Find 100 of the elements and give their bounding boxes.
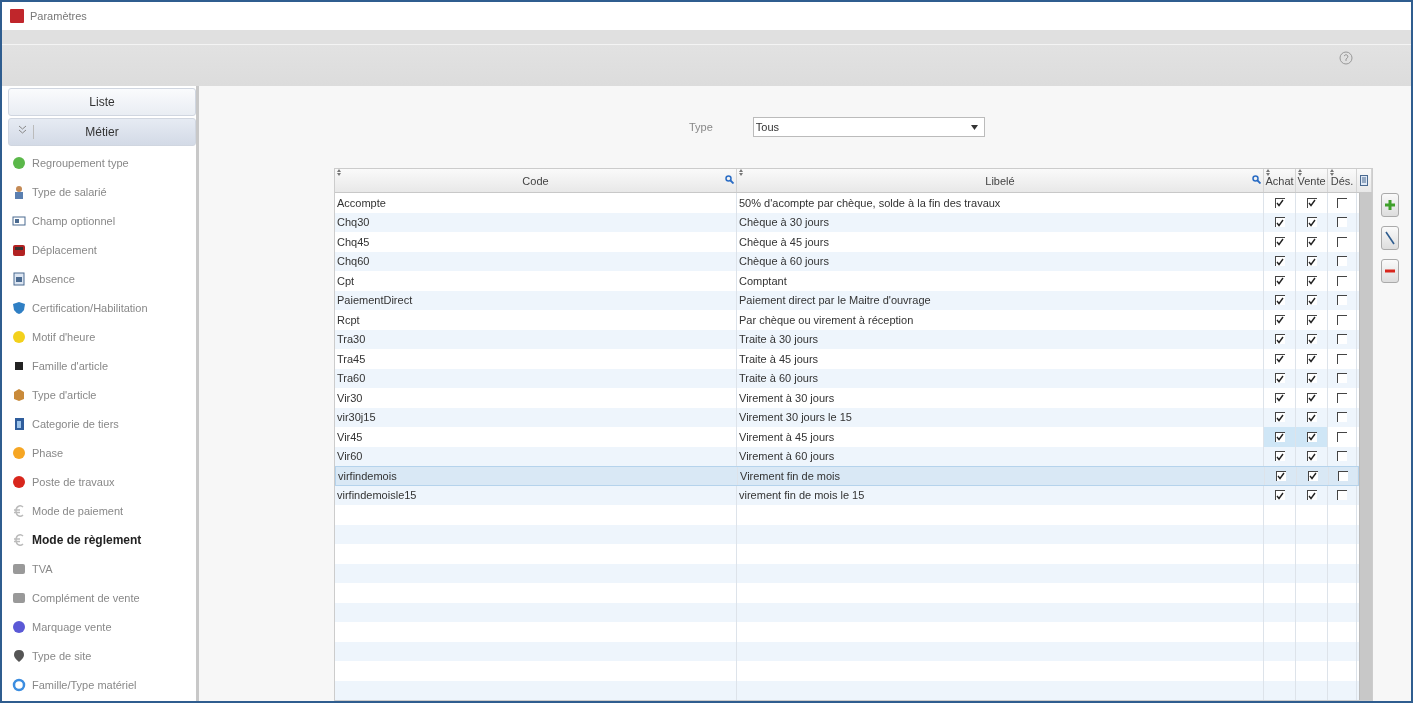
- type-dropdown[interactable]: Tous: [752, 117, 985, 137]
- checkbox[interactable]: [1274, 392, 1285, 403]
- checkbox[interactable]: [1274, 490, 1285, 501]
- checkbox[interactable]: [1306, 412, 1317, 423]
- checkbox[interactable]: [1306, 295, 1317, 306]
- checkbox[interactable]: [1306, 197, 1317, 208]
- checkbox[interactable]: [1306, 451, 1317, 462]
- column-header[interactable]: Code: [335, 169, 737, 192]
- search-icon[interactable]: [1252, 175, 1261, 184]
- sidebar-item[interactable]: Champ optionnel: [8, 206, 196, 235]
- checkbox[interactable]: [1306, 490, 1317, 501]
- checkbox[interactable]: [1274, 373, 1285, 384]
- sidebar-item[interactable]: Phase: [8, 438, 196, 467]
- checkbox[interactable]: [1337, 256, 1347, 267]
- checkbox[interactable]: [1274, 412, 1285, 423]
- checkbox[interactable]: [1306, 217, 1317, 228]
- sidebar-item[interactable]: Complément de vente: [8, 583, 196, 612]
- person-icon: [12, 184, 26, 199]
- sort-icon[interactable]: [1298, 169, 1302, 177]
- sort-icon[interactable]: [1330, 169, 1334, 177]
- sidebar-item[interactable]: Famille d'article: [8, 351, 196, 380]
- table-row[interactable]: Vir30 Virement à 30 jours: [335, 388, 1359, 408]
- sidebar-item[interactable]: Type de site: [8, 641, 196, 670]
- table-row[interactable]: PaiementDirect Paiement direct par le Maitre d'ouvrage: [335, 290, 1359, 310]
- checkbox[interactable]: [1338, 470, 1348, 481]
- checkbox[interactable]: [1274, 197, 1285, 208]
- table-row[interactable]: Chq30 Chèque à 30 jours: [335, 212, 1359, 232]
- checkbox[interactable]: [1306, 334, 1317, 345]
- checkbox[interactable]: [1274, 256, 1285, 267]
- table-row[interactable]: Cpt Comptant: [335, 271, 1359, 291]
- sidebar-item[interactable]: Certification/Habilitation: [8, 293, 196, 322]
- column-header[interactable]: Dés.: [1328, 169, 1357, 192]
- checkbox[interactable]: [1337, 373, 1347, 384]
- table-row[interactable]: Tra30 Traite à 30 jours: [335, 329, 1359, 349]
- table-row[interactable]: virfindemoisle15 virement fin de mois le 15: [335, 485, 1359, 505]
- checkbox[interactable]: [1274, 236, 1285, 247]
- sidebar-item[interactable]: Motif d'heure: [8, 322, 196, 351]
- checkbox[interactable]: [1306, 431, 1317, 442]
- sort-icon[interactable]: [337, 169, 341, 177]
- table-row[interactable]: Rcpt Par chèque ou virement à réception: [335, 310, 1359, 330]
- delete-button[interactable]: [1381, 259, 1399, 283]
- sidebar-item[interactable]: Regroupement type: [8, 148, 196, 177]
- sidebar-item[interactable]: Categorie de tiers: [8, 409, 196, 438]
- table-row[interactable]: virfindemois Virement fin de mois: [335, 466, 1359, 486]
- column-header[interactable]: Vente: [1296, 169, 1328, 192]
- sidebar-item[interactable]: Absence: [8, 264, 196, 293]
- checkbox[interactable]: [1274, 334, 1285, 345]
- euro-icon: [12, 503, 26, 518]
- checkbox[interactable]: [1337, 295, 1347, 306]
- column-header[interactable]: Libelé: [737, 169, 1264, 192]
- sort-icon[interactable]: [1266, 169, 1270, 177]
- sidebar-item[interactable]: Mode de paiement: [8, 496, 196, 525]
- checkbox[interactable]: [1274, 295, 1285, 306]
- table-row[interactable]: Vir45 Virement à 45 jours: [335, 427, 1359, 447]
- search-icon[interactable]: [725, 175, 734, 184]
- checkbox[interactable]: [1275, 470, 1286, 481]
- checkbox[interactable]: [1274, 217, 1285, 228]
- table-row[interactable]: Chq45 Chèque à 45 jours: [335, 232, 1359, 252]
- sidebar-item[interactable]: TVA: [8, 554, 196, 583]
- checkbox[interactable]: [1274, 451, 1285, 462]
- checkbox[interactable]: [1274, 275, 1285, 286]
- checkbox[interactable]: [1306, 353, 1317, 364]
- sidebar-item[interactable]: Poste de travaux: [8, 467, 196, 496]
- accordion-header[interactable]: Métier: [8, 118, 196, 146]
- circle-icon: [12, 474, 26, 489]
- table-row[interactable]: Tra60 Traite à 60 jours: [335, 368, 1359, 388]
- checkbox[interactable]: [1306, 373, 1317, 384]
- checkbox[interactable]: [1306, 256, 1317, 267]
- checkbox[interactable]: [1306, 392, 1317, 403]
- sidebar-item[interactable]: Type d'article: [8, 380, 196, 409]
- checkbox[interactable]: [1337, 451, 1347, 462]
- checkbox[interactable]: [1337, 412, 1347, 423]
- checkbox[interactable]: [1337, 217, 1347, 228]
- column-chooser-icon[interactable]: [1357, 169, 1372, 192]
- table-row[interactable]: Vir60 Virement à 60 jours: [335, 446, 1359, 466]
- checkbox[interactable]: [1337, 490, 1347, 501]
- checkbox[interactable]: [1337, 334, 1347, 345]
- checkbox[interactable]: [1274, 431, 1285, 442]
- sidebar-item[interactable]: Famille/Type matériel: [8, 670, 196, 699]
- table-row[interactable]: vir30j15 Virement 30 jours le 15: [335, 407, 1359, 427]
- checkbox[interactable]: [1306, 236, 1317, 247]
- add-button[interactable]: [1381, 193, 1399, 217]
- box-icon: [12, 387, 26, 402]
- scrollbar[interactable]: [1359, 193, 1372, 700]
- checkbox[interactable]: [1307, 470, 1318, 481]
- checkbox[interactable]: [1306, 314, 1317, 325]
- accordion-header[interactable]: Liste: [8, 88, 196, 116]
- sidebar-item[interactable]: Déplacement: [8, 235, 196, 264]
- table-row[interactable]: Accompte 50% d'acompte par chèque, solde à la fin des travaux: [335, 193, 1359, 213]
- checkbox[interactable]: [1306, 275, 1317, 286]
- table-row[interactable]: Tra45 Traite à 45 jours: [335, 349, 1359, 369]
- sort-icon[interactable]: [739, 169, 743, 177]
- checkbox[interactable]: [1274, 353, 1285, 364]
- sidebar-item[interactable]: Type de salarié: [8, 177, 196, 206]
- sidebar-item[interactable]: Marquage vente: [8, 612, 196, 641]
- checkbox[interactable]: [1274, 314, 1285, 325]
- column-header[interactable]: Achat: [1264, 169, 1296, 192]
- sidebar-item[interactable]: Mode de règlement: [8, 525, 196, 554]
- edit-button[interactable]: [1381, 226, 1399, 250]
- table-row[interactable]: Chq60 Chèque à 60 jours: [335, 251, 1359, 271]
